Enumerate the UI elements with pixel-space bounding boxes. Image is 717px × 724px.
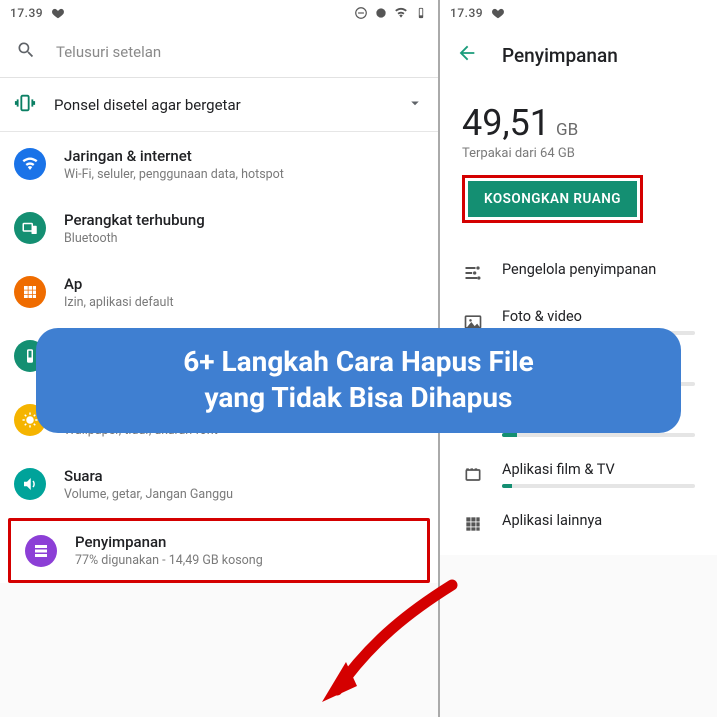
storage-total-label: Terpakai dari 64 GB — [462, 146, 695, 161]
category-label: Aplikasi film & TV — [502, 461, 695, 478]
settings-item-title: Penyimpanan — [75, 533, 263, 551]
settings-item-sub: 77% digunakan - 14,49 GB kosong — [75, 553, 263, 568]
storage-number: 49,51 — [462, 102, 550, 144]
heart-icon — [491, 6, 505, 20]
back-arrow-icon[interactable] — [456, 42, 478, 68]
heart-icon — [51, 6, 65, 20]
vibrate-banner[interactable]: Ponsel disetel agar bergetar — [0, 78, 438, 132]
category-label: Aplikasi lainnya — [502, 512, 695, 529]
settings-item-sub: Wi-Fi, seluler, penggunaan data, hotspot — [64, 167, 284, 182]
tune-icon — [462, 263, 484, 283]
apps-icon — [14, 276, 46, 308]
info-icon — [374, 6, 388, 20]
overlay-line2: yang Tidak Bisa Dihapus — [205, 381, 513, 414]
settings-item-title: Ap — [64, 275, 174, 293]
settings-item-title: Jaringan & internet — [64, 147, 284, 165]
statusbar-left: 17.39 — [0, 0, 438, 26]
battery-icon — [414, 6, 428, 20]
storage-header: Penyimpanan — [440, 26, 717, 84]
page-title: Penyimpanan — [502, 44, 618, 67]
settings-item-devices[interactable]: Perangkat terhubung Bluetooth — [0, 196, 438, 260]
clock-text: 17.39 — [10, 6, 43, 20]
statusbar-right: 17.39 — [440, 0, 717, 26]
apps-icon — [462, 514, 484, 534]
storage-category-tune[interactable]: Pengelola penyimpanan — [462, 249, 695, 296]
category-label: Foto & video — [502, 308, 695, 325]
settings-item-apps[interactable]: Ap Izin, aplikasi default — [0, 260, 438, 324]
storage-used-value: 49,51 GB — [462, 102, 695, 144]
storage-unit: GB — [556, 120, 578, 140]
settings-item-wifi[interactable]: Jaringan & internet Wi-Fi, seluler, pengg… — [0, 132, 438, 196]
film-icon — [462, 465, 484, 485]
category-label: Pengelola penyimpanan — [502, 261, 695, 278]
article-title-overlay: 6+ Langkah Cara Hapus File yang Tidak Bi… — [36, 328, 681, 433]
settings-item-sub: Izin, aplikasi default — [64, 295, 174, 310]
settings-item-storage[interactable]: Penyimpanan 77% digunakan - 14,49 GB koso… — [8, 518, 430, 583]
sound-icon — [14, 468, 46, 500]
settings-search-row[interactable] — [0, 26, 438, 78]
settings-item-sound[interactable]: Suara Volume, getar, Jangan Ganggu — [0, 452, 438, 516]
dnd-icon — [354, 6, 368, 20]
storage-category-apps[interactable]: Aplikasi lainnya — [462, 500, 695, 547]
overlay-line1: 6+ Langkah Cara Hapus File — [183, 345, 534, 378]
settings-item-sub: Bluetooth — [64, 231, 205, 246]
search-icon — [16, 40, 36, 64]
free-space-highlight: KOSONGKAN RUANG — [462, 175, 643, 223]
settings-item-sub: Volume, getar, Jangan Ganggu — [64, 487, 233, 502]
storage-icon — [25, 535, 57, 567]
usage-bar — [502, 484, 695, 488]
free-space-button[interactable]: KOSONGKAN RUANG — [468, 181, 637, 217]
settings-item-title: Suara — [64, 467, 233, 485]
devices-icon — [14, 212, 46, 244]
vibrate-label: Ponsel disetel agar bergetar — [54, 96, 388, 114]
chevron-down-icon — [406, 94, 424, 116]
usage-bar — [502, 433, 695, 437]
wifi-icon — [14, 148, 46, 180]
clock-text: 17.39 — [450, 6, 483, 20]
vibrate-icon — [14, 92, 36, 118]
settings-item-title: Perangkat terhubung — [64, 211, 205, 229]
storage-category-film[interactable]: Aplikasi film & TV — [462, 449, 695, 500]
settings-search-input[interactable] — [56, 43, 422, 61]
wifi-icon — [394, 6, 408, 20]
